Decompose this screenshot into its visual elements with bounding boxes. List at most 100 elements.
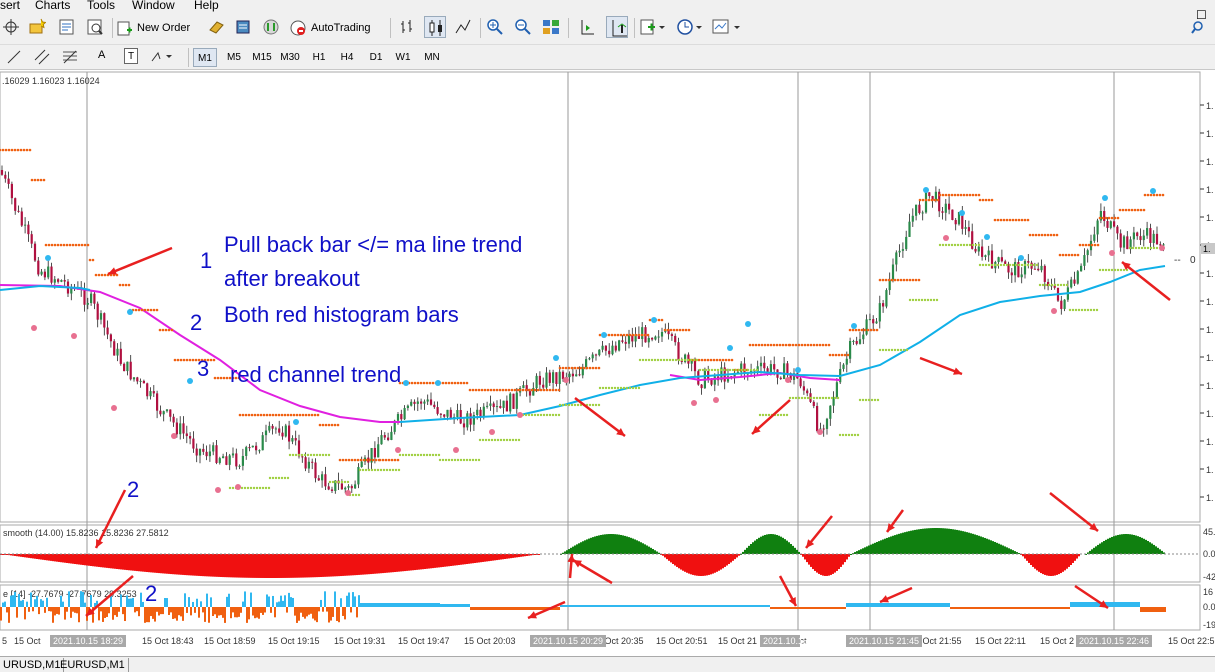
histogram-bar — [648, 546, 650, 554]
menu-insert[interactable]: sert — [0, 0, 20, 12]
channel-dot — [1158, 193, 1162, 197]
candlestick-icon[interactable] — [424, 16, 446, 38]
zoom-out-icon[interactable] — [514, 18, 532, 36]
market-watch-icon[interactable] — [86, 18, 104, 36]
autotrading-button[interactable]: AutoTrading — [289, 18, 381, 38]
histogram-bar — [984, 607, 986, 609]
profiles-icon[interactable] — [58, 18, 76, 36]
histogram-bar — [802, 607, 804, 609]
histogram-bar — [194, 607, 196, 613]
menu-tools[interactable]: Tools — [87, 0, 115, 12]
price-chart[interactable]: 1.1.1.1.1.1.1.1.1.1.1.1.1.1.1.1.--0.1602… — [0, 70, 1215, 656]
histogram-bar — [280, 554, 282, 578]
timeframe-m15-button[interactable]: M15 — [250, 48, 274, 67]
timeframe-w1-button[interactable]: W1 — [391, 48, 415, 67]
templates-icon[interactable] — [712, 18, 742, 36]
text-label-tool-button[interactable]: T — [124, 48, 138, 64]
candle-body — [208, 451, 211, 457]
channel-dot — [330, 423, 334, 427]
line-tool-icon[interactable] — [6, 49, 22, 65]
swing-high-dot — [601, 332, 607, 338]
histogram-bar — [562, 605, 564, 607]
expert-advisor-icon[interactable] — [207, 18, 225, 36]
channel-tool-icon[interactable] — [34, 49, 50, 65]
timeframe-d1-button[interactable]: D1 — [364, 48, 388, 67]
histogram-bar — [572, 605, 574, 607]
channel-dot — [378, 458, 382, 462]
channel-dot — [357, 493, 361, 497]
histogram-bar — [992, 607, 994, 609]
histogram-bar — [706, 605, 708, 607]
channel-dot — [416, 381, 420, 385]
histogram-bar — [660, 605, 662, 607]
histogram-bar — [250, 554, 252, 578]
menu-help[interactable]: Help — [194, 0, 219, 12]
channel-dot — [936, 198, 940, 202]
histogram-bar — [956, 529, 958, 554]
channel-dot — [327, 453, 331, 457]
histogram-bar — [262, 607, 264, 615]
channel-dot — [456, 458, 460, 462]
menu-window[interactable]: Window — [132, 0, 175, 12]
market-icon[interactable] — [262, 18, 280, 36]
favorites-icon[interactable] — [28, 18, 46, 36]
arrows-tool-icon[interactable] — [150, 49, 176, 65]
periodicity-icon[interactable] — [676, 18, 704, 36]
chart-shift-icon[interactable] — [578, 18, 596, 36]
indicators-icon[interactable] — [640, 18, 666, 36]
time-axis-label: 15 Oct 19:47 — [398, 636, 450, 646]
tile-windows-icon[interactable] — [542, 18, 560, 36]
histogram-bar — [1034, 554, 1036, 569]
signals-icon[interactable] — [234, 18, 252, 36]
histogram-bar — [978, 607, 980, 609]
swing-low-dot — [31, 325, 37, 331]
histogram-bar — [586, 605, 588, 607]
candle-body — [20, 211, 23, 226]
text-tool-button[interactable]: A — [98, 49, 105, 61]
histogram-bar — [522, 607, 524, 610]
zoom-in-icon[interactable] — [486, 18, 504, 36]
timeframe-mn-button[interactable]: MN — [420, 48, 444, 67]
channel-dot — [143, 308, 147, 312]
histogram-bar — [866, 546, 868, 554]
line-chart-icon[interactable] — [454, 18, 472, 36]
histogram-bar — [292, 554, 294, 578]
new-order-button[interactable]: New Order — [117, 18, 199, 38]
channel-dot — [833, 396, 837, 400]
channel-dot — [853, 433, 857, 437]
candle-body — [964, 227, 967, 229]
timeframe-h1-button[interactable]: H1 — [307, 48, 331, 67]
channel-dot — [1155, 193, 1159, 197]
histogram-bar — [312, 607, 314, 619]
window-restore-icon[interactable]: ☐ — [1196, 8, 1207, 22]
candle-body — [641, 327, 644, 339]
histogram-bar — [802, 554, 804, 557]
bar-chart-icon[interactable] — [398, 18, 416, 36]
channel-dot — [669, 328, 673, 332]
histogram-bar — [1066, 607, 1068, 609]
channel-dot — [548, 388, 552, 392]
histogram-bar — [760, 536, 762, 554]
candle-body — [578, 374, 581, 376]
candle-body — [492, 403, 495, 408]
fibonacci-tool-icon[interactable] — [62, 49, 78, 65]
histogram-bar — [686, 605, 688, 607]
timeframe-m1-button[interactable]: M1 — [193, 48, 217, 67]
tab-urusd-m1[interactable]: URUSD,M1 — [0, 658, 65, 672]
histogram-bar — [382, 554, 384, 574]
auto-scroll-icon[interactable] — [606, 16, 628, 38]
histogram-bar — [648, 605, 650, 607]
channel-dot — [905, 278, 909, 282]
timeframe-m5-button[interactable]: M5 — [222, 48, 246, 67]
chart-window[interactable]: 1.1.1.1.1.1.1.1.1.1.1.1.1.1.1.1.--0.1602… — [0, 70, 1215, 656]
search-icon[interactable] — [1191, 20, 1207, 36]
crosshair-icon[interactable] — [2, 18, 20, 36]
channel-dot — [514, 438, 518, 442]
timeframe-m30-button[interactable]: M30 — [278, 48, 302, 67]
tab-eurusd-m1[interactable]: EURUSD,M1 — [57, 658, 129, 672]
menu-charts[interactable]: Charts — [35, 0, 70, 12]
histogram-bar — [590, 605, 592, 607]
timeframe-h4-button[interactable]: H4 — [335, 48, 359, 67]
histogram-bar — [680, 554, 682, 570]
histogram-bar — [308, 607, 310, 615]
